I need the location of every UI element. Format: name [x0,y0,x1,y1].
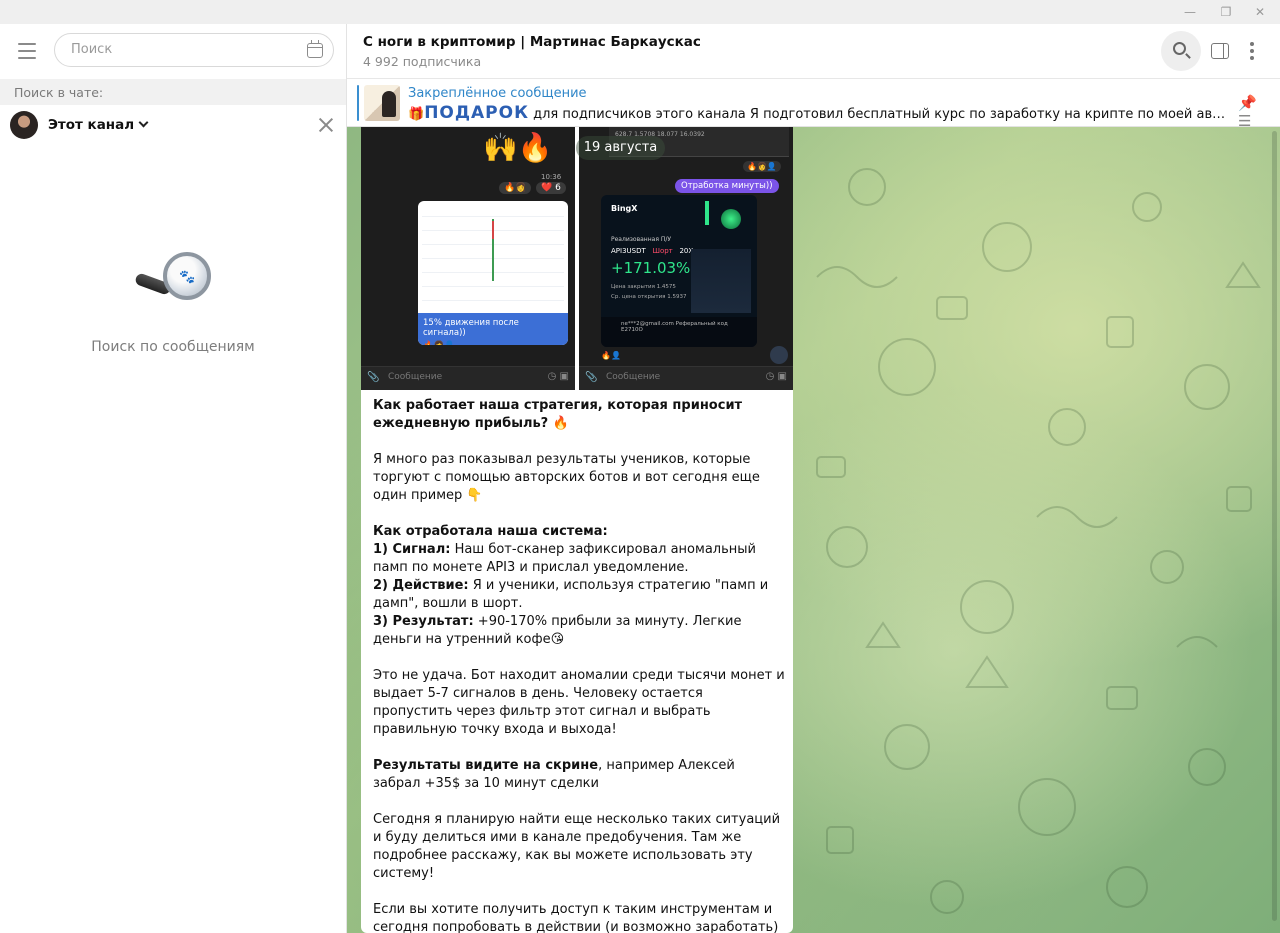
sidebar-toggle-icon[interactable] [1211,43,1229,59]
close-icon[interactable] [318,117,334,133]
calendar-icon[interactable] [307,40,323,58]
pinned-preview: для подписчиков этого канала Я подготови… [533,107,1230,122]
post-line: Сегодня я планирую найти еще несколько т… [373,812,781,881]
post-line: 1) Сигнал: Наш бот-сканер зафиксировал а… [373,542,756,575]
gift-emoji: 🎁 [408,107,425,122]
post-image-1[interactable]: 🙌🔥 10:36 🔥👩 ❤️ 6 15% движения после сигн… [361,127,575,390]
sticker-icon: ◷ ▣ [765,371,787,382]
pinned-title: Закреплённое сообщение [408,86,587,101]
gift-word: ПОДАРОК [424,103,529,123]
post-line [373,505,785,523]
minimize-button[interactable]: — [1170,0,1210,24]
post-line: Если вы хотите получить доступ к таким и… [373,902,779,933]
image2-input-bar: 📎 Сообщение ◷ ▣ [579,366,793,390]
pinned-message[interactable]: Закреплённое сообщение 🎁ПОДАРОК для подп… [347,79,1280,130]
menu-icon[interactable] [14,40,40,62]
trade-result-card: BingX Реализованная П/У API3USDT Шорт 20… [601,195,757,347]
post-line: Я много раз показывал результаты ученико… [373,452,760,503]
search-in-chat-label: Поиск в чате: [14,85,104,100]
chat-scrollbar[interactable] [1272,131,1277,921]
post-line: 2) Действие: Я и ученики, используя стра… [373,578,769,611]
post-line: Как отработала наша система: [373,524,608,539]
pinned-list-icon[interactable]: 📌☰ [1238,94,1264,130]
sticker-icon: ◷ ▣ [547,371,569,382]
post-line [373,739,785,757]
attach-icon: 📎 [367,372,380,383]
post-text: Как работает наша стратегия, которая при… [373,397,785,933]
chat-title[interactable]: С ноги в криптомир | Мартинас Баркаускас [363,34,701,50]
post-line [373,433,785,451]
channel-filter[interactable]: Этот канал [0,105,346,145]
post-line: Результаты видите на скрине, например Ал… [373,758,735,791]
chat-area: 🙌🔥 10:36 🔥👩 ❤️ 6 15% движения после сигн… [347,127,1280,933]
image-time: 10:36 [541,173,562,181]
close-window-button[interactable]: ✕ [1240,0,1280,24]
pinned-text: 🎁ПОДАРОК для подписчиков этого канала Я … [408,103,1230,123]
chart-caption: 15% движения после сигнала)) 🔥👩👤 [418,313,568,345]
image-reactions-a: 🔥👩 [499,182,532,194]
search-box[interactable] [54,33,334,67]
left-panel: Поиск в чате: Этот канал 🐾 Поиск по сооб… [0,24,347,933]
emoji-reaction-text: 🙌🔥 [483,131,553,164]
channel-post: 🙌🔥 10:36 🔥👩 ❤️ 6 15% движения после сигн… [361,127,793,933]
attach-icon: 📎 [585,372,598,383]
post-line [373,793,785,811]
subscriber-count: 4 992 подписчика [363,54,482,69]
price-chart-image: 15% движения после сигнала)) 🔥👩👤 [418,201,568,345]
avatar [10,111,38,139]
magnifier-illustration-icon: 🐾 [133,248,215,308]
post-line: 3) Результат: +90-170% прибыли за минуту… [373,614,742,647]
image-reactions-b: ❤️ 6 [536,182,566,194]
chat-header: С ноги в криптомир | Мартинас Баркаускас… [347,24,1280,79]
post-line [373,883,785,901]
image2-reactions-bottom: 🔥👤 [601,351,621,360]
pinned-thumbnail [364,85,400,121]
pinned-indicator [357,85,359,121]
filter-label[interactable]: Этот канал [48,117,149,133]
chevron-down-icon [138,117,149,128]
date-pill: 19 августа [576,136,665,160]
post-image-2[interactable]: 628.7 1.5708 18.077 16.0392 🔥👩👤 Отработк… [579,127,793,390]
chevron-down-icon [770,346,788,364]
post-line [373,649,785,667]
window-titlebar: — ❐ ✕ [0,0,1280,24]
image-input-bar: 📎 Сообщение ◷ ▣ [361,366,575,390]
search-in-chat-bar: Поиск в чате: [0,79,346,105]
search-input[interactable] [71,42,291,57]
search-icon[interactable] [1161,31,1201,71]
empty-search-text: Поиск по сообщениям [91,339,255,355]
image2-bubble: Отработка минуты)) [675,179,779,193]
post-line: Как работает наша стратегия, которая при… [373,398,743,431]
image2-reactions: 🔥👩👤 [743,161,781,172]
post-line: Это не удача. Бот находит аномалии среди… [373,668,785,737]
more-icon[interactable] [1250,42,1254,60]
